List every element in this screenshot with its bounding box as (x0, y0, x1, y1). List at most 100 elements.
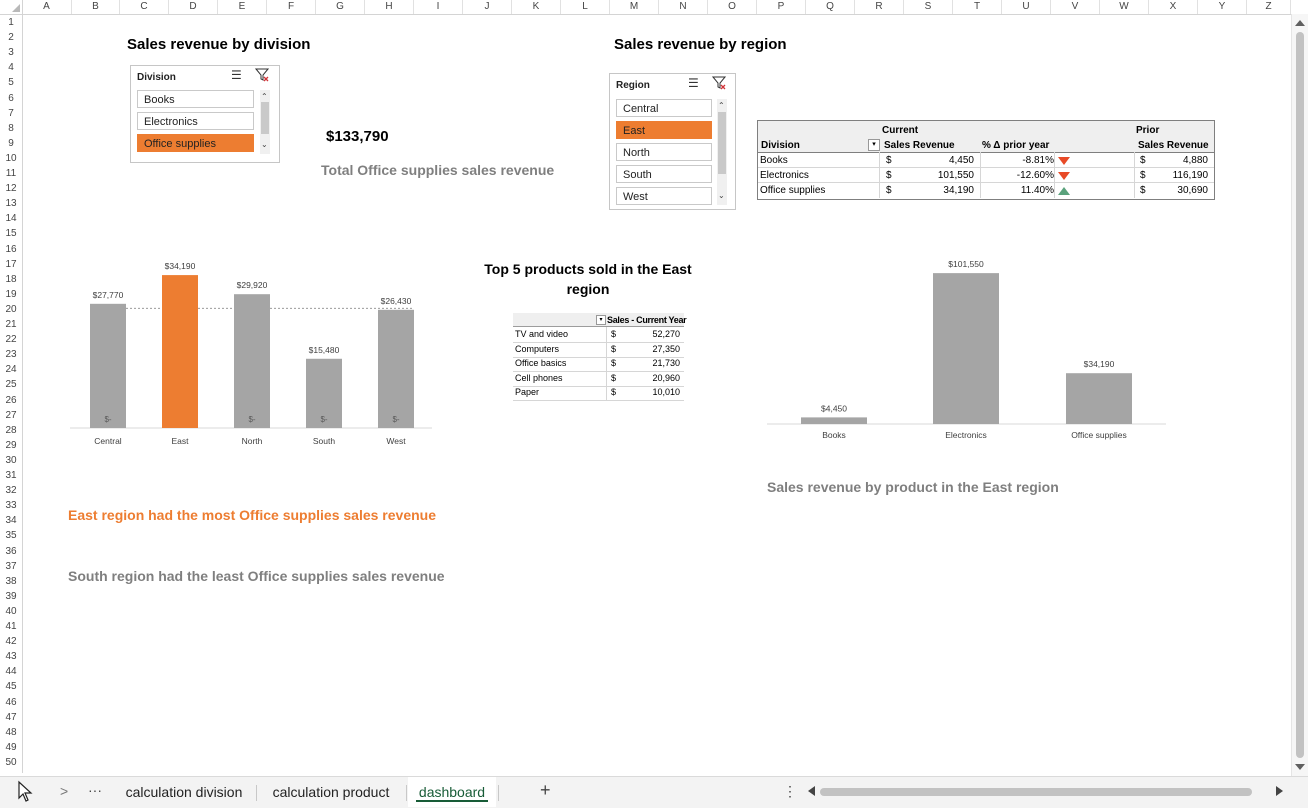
region-item-south[interactable]: South (616, 165, 712, 183)
bar-electronics[interactable] (933, 273, 999, 424)
column-header[interactable]: L (561, 0, 610, 14)
column-header[interactable]: F (267, 0, 316, 14)
region-slicer-scrollbar[interactable]: ⌃ ⌄ (717, 99, 727, 205)
column-header[interactable]: G (316, 0, 365, 14)
region-item-central[interactable]: Central (616, 99, 712, 117)
bar-east[interactable] (162, 275, 198, 428)
next-sheet-icon[interactable]: > (60, 783, 68, 799)
row-header[interactable]: 31 (0, 468, 22, 483)
row-header[interactable]: 7 (0, 106, 22, 121)
division-item-office-supplies[interactable]: Office supplies (137, 134, 254, 152)
row-header[interactable]: 35 (0, 528, 22, 543)
column-header[interactable]: I (414, 0, 463, 14)
row-header[interactable]: 14 (0, 211, 22, 226)
row-header[interactable]: 49 (0, 740, 22, 755)
bar-central[interactable] (90, 303, 126, 428)
column-header[interactable]: Y (1198, 0, 1247, 14)
region-item-north[interactable]: North (616, 143, 712, 161)
row-header[interactable]: 10 (0, 151, 22, 166)
row-header[interactable]: 38 (0, 574, 22, 589)
row-header[interactable]: 22 (0, 332, 22, 347)
column-header[interactable]: P (757, 0, 806, 14)
add-sheet-icon[interactable]: + (540, 780, 551, 801)
row-header[interactable]: 18 (0, 272, 22, 287)
row-header[interactable]: 27 (0, 408, 22, 423)
division-item-books[interactable]: Books (137, 90, 254, 108)
row-header[interactable]: 5 (0, 75, 22, 90)
division-slicer-scrollbar[interactable]: ⌃ ⌄ (260, 90, 270, 154)
prev-sheet-icon[interactable] (16, 780, 34, 807)
scroll-left-icon[interactable] (808, 786, 815, 796)
row-header[interactable]: 2 (0, 30, 22, 45)
chevron-up-icon[interactable]: ⌃ (261, 92, 268, 101)
column-header[interactable]: A (22, 0, 72, 14)
row-header[interactable]: 26 (0, 393, 22, 408)
row-header[interactable]: 48 (0, 725, 22, 740)
column-header[interactable]: Z (1247, 0, 1291, 14)
row-header[interactable]: 42 (0, 634, 22, 649)
multi-select-icon[interactable]: ☰ (688, 76, 699, 90)
select-all-corner[interactable] (0, 0, 23, 14)
filter-dropdown-icon[interactable]: ▾ (868, 139, 880, 151)
row-header[interactable]: 29 (0, 438, 22, 453)
column-header[interactable]: Q (806, 0, 855, 14)
tab-dashboard[interactable]: dashboard (408, 777, 496, 807)
row-header[interactable]: 24 (0, 362, 22, 377)
tab-calculation-division[interactable]: calculation division (116, 777, 252, 807)
row-header[interactable]: 23 (0, 347, 22, 362)
horizontal-scroll-thumb[interactable] (820, 788, 1252, 796)
row-header[interactable]: 36 (0, 544, 22, 559)
region-slicer-scroll-thumb[interactable] (718, 112, 726, 174)
row-header[interactable]: 45 (0, 679, 22, 694)
bar-west[interactable] (378, 309, 414, 428)
row-header[interactable]: 8 (0, 121, 22, 136)
scroll-right-icon[interactable] (1276, 786, 1283, 796)
column-header[interactable]: O (708, 0, 757, 14)
row-header[interactable]: 6 (0, 91, 22, 106)
chevron-down-icon[interactable]: ⌄ (718, 191, 725, 200)
row-header[interactable]: 32 (0, 483, 22, 498)
vertical-scrollbar[interactable] (1291, 14, 1308, 776)
clear-filter-icon[interactable] (711, 76, 727, 93)
region-item-west[interactable]: West (616, 187, 712, 205)
row-header[interactable]: 12 (0, 181, 22, 196)
row-header[interactable]: 9 (0, 136, 22, 151)
column-header[interactable]: E (218, 0, 267, 14)
column-header[interactable]: R (855, 0, 904, 14)
row-header[interactable]: 41 (0, 619, 22, 634)
row-header[interactable]: 46 (0, 695, 22, 710)
row-header[interactable]: 50 (0, 755, 22, 770)
column-header[interactable]: W (1100, 0, 1149, 14)
chevron-up-icon[interactable]: ⌃ (718, 101, 725, 110)
chevron-down-icon[interactable]: ⌄ (261, 140, 268, 149)
row-header[interactable]: 15 (0, 226, 22, 241)
vertical-scroll-thumb[interactable] (1296, 32, 1304, 758)
row-header[interactable]: 37 (0, 559, 22, 574)
tab-calculation-product[interactable]: calculation product (262, 777, 400, 807)
column-header[interactable]: D (169, 0, 218, 14)
bar-north[interactable] (234, 294, 270, 428)
row-header[interactable]: 3 (0, 45, 22, 60)
row-header[interactable]: 33 (0, 498, 22, 513)
column-header[interactable]: N (659, 0, 708, 14)
column-header[interactable]: S (904, 0, 953, 14)
row-header[interactable]: 43 (0, 649, 22, 664)
row-header[interactable]: 34 (0, 513, 22, 528)
row-header[interactable]: 4 (0, 60, 22, 75)
column-header[interactable]: U (1002, 0, 1051, 14)
column-header[interactable]: M (610, 0, 659, 14)
scroll-down-icon[interactable] (1295, 764, 1305, 770)
column-header[interactable]: C (120, 0, 169, 14)
column-header[interactable]: T (953, 0, 1002, 14)
row-header[interactable]: 16 (0, 242, 22, 257)
more-sheets-icon[interactable]: ··· (88, 782, 102, 798)
row-header[interactable]: 25 (0, 377, 22, 392)
scroll-up-icon[interactable] (1295, 20, 1305, 26)
row-header[interactable]: 39 (0, 589, 22, 604)
row-header[interactable]: 47 (0, 710, 22, 725)
multi-select-icon[interactable]: ☰ (231, 68, 242, 82)
row-header[interactable]: 19 (0, 287, 22, 302)
region-item-east[interactable]: East (616, 121, 712, 139)
column-header[interactable]: J (463, 0, 512, 14)
row-header[interactable]: 30 (0, 453, 22, 468)
